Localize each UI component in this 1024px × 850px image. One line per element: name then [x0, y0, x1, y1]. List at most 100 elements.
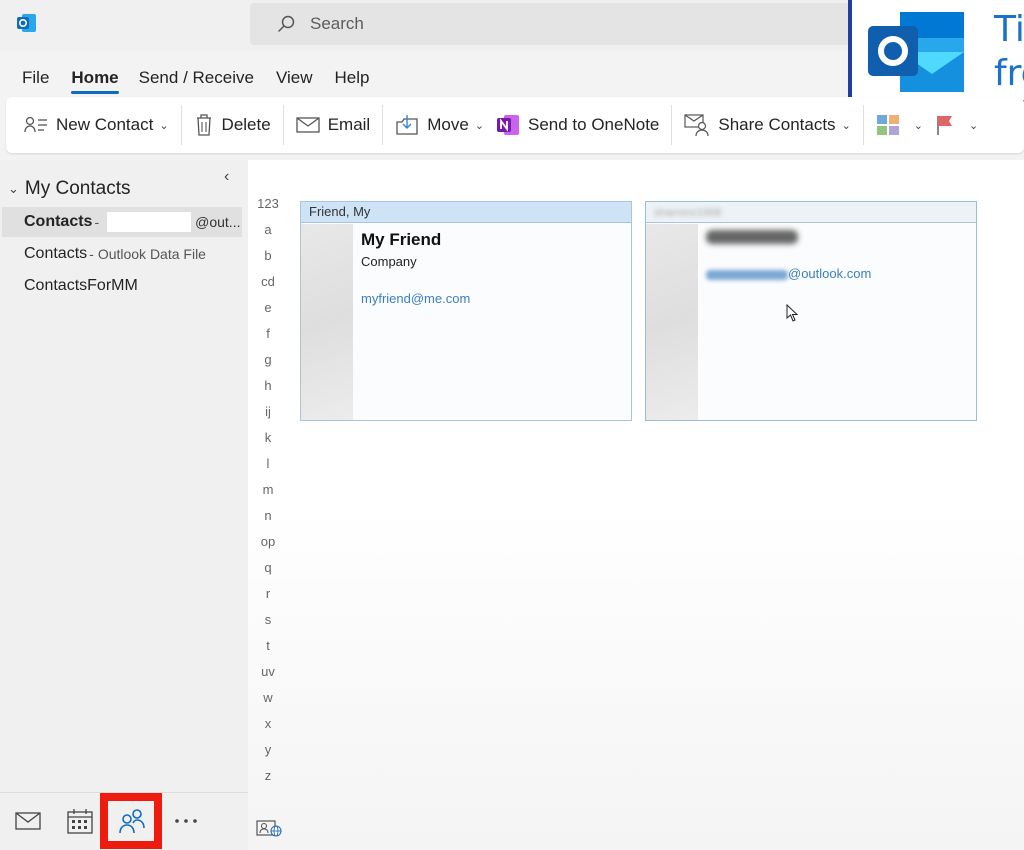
contact-card-file-as: sharronz1998 — [646, 202, 976, 223]
send-to-onenote-button[interactable]: Send to OneNote — [490, 105, 665, 145]
ribbon-divider — [282, 105, 284, 145]
new-contact-icon — [24, 116, 47, 133]
more-apps-button[interactable] — [168, 803, 204, 839]
people-icon — [119, 809, 145, 834]
share-contacts-icon — [684, 114, 709, 137]
my-contacts-label: My Contacts — [24, 178, 131, 199]
collapse-pane-icon[interactable]: ‹ — [224, 168, 229, 186]
chevron-down-icon[interactable]: ⌄ — [842, 119, 851, 132]
alpha-index-item[interactable]: w — [248, 690, 288, 705]
follow-up-button[interactable]: ⌄ — [929, 105, 984, 145]
chevron-down-icon[interactable]: ⌄ — [969, 119, 978, 132]
folder-label: Contacts — [24, 245, 88, 262]
alpha-index-item[interactable]: l — [248, 456, 288, 471]
alpha-index-item[interactable]: cd — [248, 274, 288, 289]
alpha-index-item[interactable]: f — [248, 326, 288, 341]
ribbon-tabs: File Home Send / Receive View Help — [0, 60, 369, 96]
alpha-index-item[interactable]: b — [248, 248, 288, 263]
ribbon-divider — [180, 105, 182, 145]
alpha-index-item[interactable]: ij — [248, 404, 288, 419]
redacted-email-user — [706, 269, 788, 280]
alpha-index-item[interactable]: k — [248, 430, 288, 445]
ribbon-divider — [382, 105, 384, 145]
alpha-index-item[interactable]: r — [248, 586, 288, 601]
flag-icon — [937, 116, 952, 135]
folder-contacts-data-file[interactable]: Contacts - Outlook Data File — [2, 239, 242, 269]
contact-card[interactable]: Friend, My My Friend Company myfriend@me… — [300, 201, 632, 421]
people-nav-highlight — [100, 793, 162, 849]
contact-photo-placeholder — [646, 224, 698, 420]
contact-file-as-blurred: sharronz1998 — [654, 207, 722, 219]
title-bar: Search Ti fre — [0, 0, 1024, 104]
folder-separator: - — [89, 246, 94, 262]
search-placeholder: Search — [310, 14, 364, 33]
overlay-text: Ti fre — [994, 8, 1024, 96]
my-contacts-header[interactable]: ⌄ My Contacts — [8, 178, 131, 200]
contact-card[interactable]: sharronz1998 @outlook.com — [645, 201, 977, 421]
tab-view[interactable]: View — [276, 62, 313, 94]
mail-nav-button[interactable] — [10, 803, 46, 839]
tab-send-receive[interactable]: Send / Receive — [139, 62, 254, 94]
alpha-index-item[interactable]: q — [248, 560, 288, 575]
overlay-text-line1: Ti — [994, 9, 1024, 50]
contact-card-view: 123 a b cd e f g h ij k l m n op q r s t… — [248, 160, 1024, 850]
calendar-icon — [67, 809, 93, 834]
alpha-index-item[interactable]: g — [248, 352, 288, 367]
alpha-index-item[interactable]: e — [248, 300, 288, 315]
move-to-folder-icon — [396, 115, 418, 135]
alpha-index-item[interactable]: y — [248, 742, 288, 757]
folder-contacts-for-mm[interactable]: ContactsForMM — [2, 271, 242, 301]
contact-email[interactable]: myfriend@me.com — [361, 291, 625, 306]
move-button[interactable]: Move ⌄ — [389, 105, 490, 145]
folder-pane: ‹ ⌄ My Contacts Contacts - @out... Conta… — [0, 160, 248, 792]
alpha-index-item[interactable]: 123 — [248, 196, 288, 211]
new-contact-button[interactable]: New Contact ⌄ — [18, 105, 175, 145]
contact-name-blurred — [706, 230, 970, 250]
chevron-down-icon[interactable]: ⌄ — [475, 119, 484, 132]
share-contacts-button[interactable]: Share Contacts ⌄ — [678, 105, 856, 145]
alpha-index-item[interactable]: t — [248, 638, 288, 653]
alpha-index-item[interactable]: h — [248, 378, 288, 393]
alpha-index-item[interactable]: m — [248, 482, 288, 497]
tab-help[interactable]: Help — [334, 62, 369, 94]
email-label: Email — [327, 115, 371, 134]
delete-button[interactable]: Delete — [188, 105, 277, 145]
tab-home[interactable]: Home — [71, 62, 119, 94]
tab-file[interactable]: File — [22, 62, 49, 94]
onenote-icon — [497, 115, 519, 135]
people-nav-button[interactable] — [108, 801, 154, 841]
contact-card-file-as: Friend, My — [301, 202, 631, 223]
categorize-button[interactable]: ⌄ — [870, 105, 929, 145]
folder-label: ContactsForMM — [24, 277, 138, 294]
outlook-large-logo-icon — [868, 12, 964, 92]
contact-card-body: @outlook.com — [706, 230, 970, 281]
contact-email[interactable]: @outlook.com — [706, 266, 970, 281]
ribbon-toolbar: New Contact ⌄ Delete Email Move ⌄ Send t… — [6, 97, 1024, 153]
alpha-index-item[interactable]: op — [248, 534, 288, 549]
alpha-index-item[interactable]: x — [248, 716, 288, 731]
outlook-logo-icon — [17, 14, 36, 32]
chevron-down-icon[interactable]: ⌄ — [159, 119, 168, 132]
alpha-index-item[interactable]: n — [248, 508, 288, 523]
mail-icon — [15, 812, 41, 830]
contact-card-globe-icon[interactable] — [256, 818, 282, 838]
alpha-index-item[interactable]: s — [248, 612, 288, 627]
redacted-account — [107, 212, 192, 232]
mouse-cursor-icon — [786, 304, 798, 322]
new-contact-label: New Contact — [56, 115, 154, 134]
chevron-down-icon: ⌄ — [8, 181, 19, 196]
send-to-onenote-label: Send to OneNote — [528, 115, 660, 134]
search-icon — [278, 15, 295, 32]
alpha-index-item[interactable]: z — [248, 768, 288, 783]
chevron-down-icon[interactable]: ⌄ — [914, 119, 923, 132]
categorize-icon — [876, 115, 899, 135]
search-box[interactable]: Search — [250, 3, 870, 45]
calendar-nav-button[interactable] — [62, 803, 98, 839]
contact-email-domain: @outlook.com — [788, 266, 872, 281]
folder-contacts-outlook-account[interactable]: Contacts - @out... — [2, 207, 242, 237]
alpha-index-item[interactable]: uv — [248, 664, 288, 679]
envelope-icon — [296, 117, 320, 133]
email-button[interactable]: Email — [290, 105, 377, 145]
alpha-index-item[interactable]: a — [248, 222, 288, 237]
module-nav — [0, 792, 248, 850]
